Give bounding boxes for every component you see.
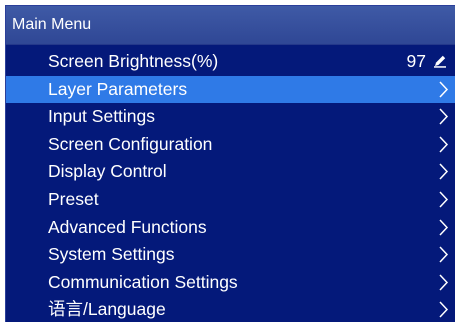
menu-item-label: Preset: [48, 188, 99, 209]
menu-item-advanced-functions[interactable]: Advanced Functions: [6, 214, 455, 241]
menu-item-screen-configuration[interactable]: Screen Configuration: [6, 131, 455, 158]
menu-item-display-control[interactable]: Display Control: [6, 158, 455, 185]
chevron-right-icon: [439, 191, 449, 208]
menu-item-label: System Settings: [48, 244, 175, 265]
main-menu-list: Screen Brightness(%) 97 Layer Parameters…: [6, 48, 455, 322]
chevron-right-icon: [439, 274, 449, 291]
menu-item-label: Layer Parameters: [48, 78, 188, 99]
menu-title: Main Menu: [12, 16, 92, 33]
menu-item-preset[interactable]: Preset: [6, 186, 455, 213]
menu-item-input-settings[interactable]: Input Settings: [6, 103, 455, 130]
menu-item-label: 语言/Language: [48, 299, 166, 320]
edit-icon[interactable]: [433, 54, 447, 68]
menu-item-label: Screen Brightness(%): [48, 51, 219, 71]
menu-item-communication-settings[interactable]: Communication Settings: [6, 269, 455, 296]
menu-item-layer-parameters[interactable]: Layer Parameters: [6, 75, 455, 103]
menu-item-label: Input Settings: [48, 106, 156, 127]
menu-item-language[interactable]: 语言/Language: [6, 296, 455, 322]
chevron-right-icon: [439, 163, 449, 180]
menu-header: Main Menu: [6, 6, 455, 45]
menu-item-screen-brightness[interactable]: Screen Brightness(%) 97: [6, 48, 455, 75]
brightness-value: 97: [406, 51, 426, 71]
chevron-right-icon: [439, 246, 449, 263]
chevron-right-icon: [439, 108, 449, 125]
menu-item-label: Communication Settings: [48, 271, 238, 292]
menu-item-label: Display Control: [48, 161, 167, 182]
chevron-right-icon: [439, 136, 449, 153]
menu-item-label: Advanced Functions: [48, 216, 207, 237]
chevron-right-icon: [439, 219, 449, 236]
menu-item-label: Screen Configuration: [48, 133, 213, 154]
main-menu-screen: Main Menu Screen Brightness(%) 97 Layer …: [5, 5, 455, 322]
menu-item-system-settings[interactable]: System Settings: [6, 241, 455, 268]
chevron-right-icon: [439, 301, 449, 318]
chevron-right-icon: [439, 81, 449, 98]
